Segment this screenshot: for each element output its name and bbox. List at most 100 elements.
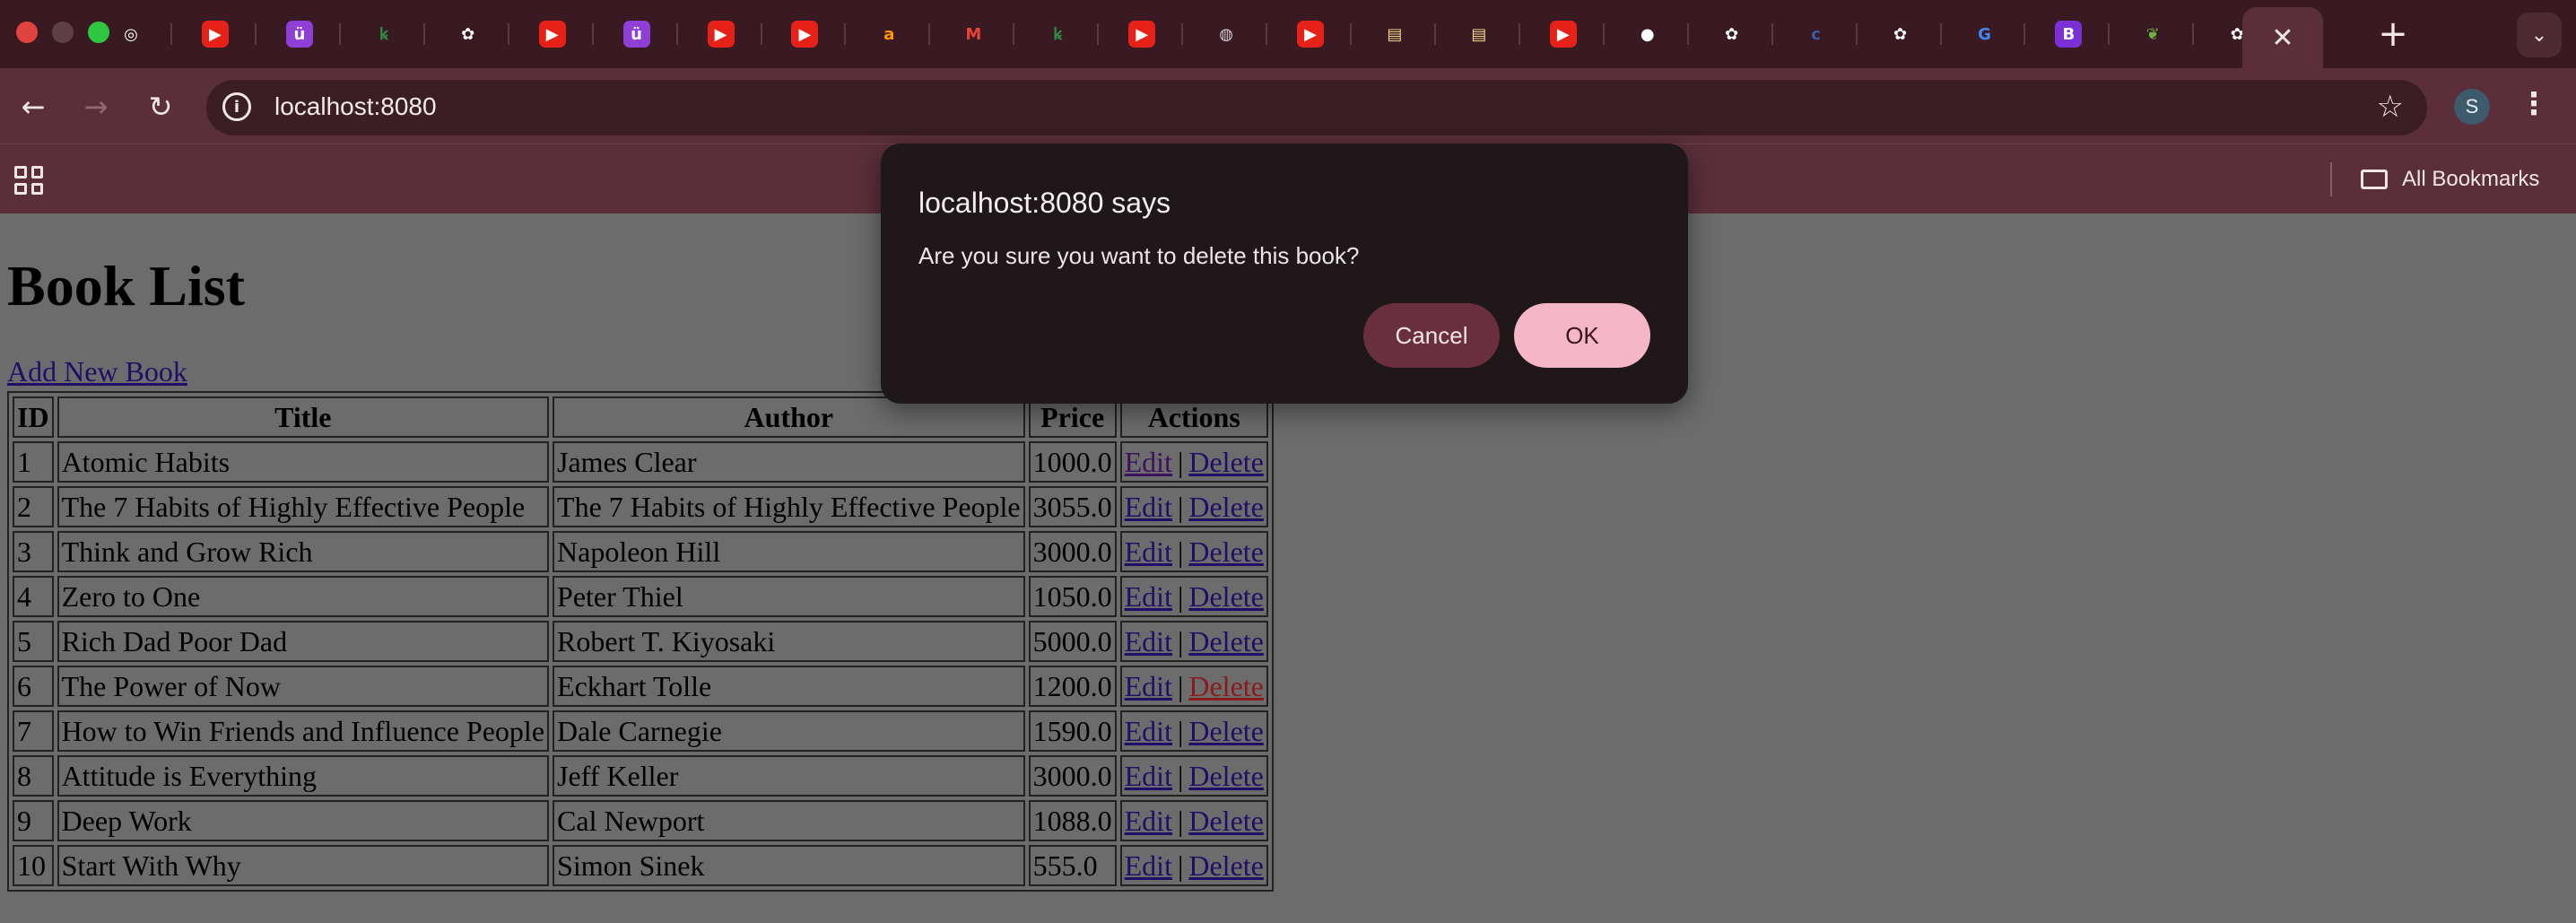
tab[interactable]: ✿ xyxy=(1859,13,1942,56)
minimize-window-button[interactable] xyxy=(52,22,74,43)
delete-link[interactable]: Delete xyxy=(1188,536,1264,568)
dialog-title: localhost:8080 says xyxy=(918,187,1171,219)
tab[interactable]: ✿ xyxy=(1691,13,1773,56)
tab[interactable]: ◍ xyxy=(1185,13,1268,56)
tab-separator xyxy=(928,23,931,45)
tab[interactable]: ▶ xyxy=(680,13,762,56)
all-bookmarks-button[interactable]: All Bookmarks xyxy=(2361,162,2539,196)
edit-link[interactable]: Edit xyxy=(1125,849,1172,882)
edit-link[interactable]: Edit xyxy=(1125,805,1172,837)
bootstrap-icon: B xyxy=(2055,21,2083,48)
action-separator: | xyxy=(1177,445,1184,478)
table-row: 4 Zero to One Peter Thiel 1050.0 Edit | Delete xyxy=(13,576,1268,617)
tab-search-button[interactable]: ⌄ xyxy=(2517,13,2562,57)
apps-grid-icon[interactable] xyxy=(14,166,43,195)
delete-link[interactable]: Delete xyxy=(1188,670,1264,702)
cell-title: Rich Dad Poor Dad xyxy=(57,621,550,662)
tab[interactable]: ◎ xyxy=(90,13,172,56)
cell-author: Simon Sinek xyxy=(553,845,1025,886)
table-row: 3 Think and Grow Rich Napoleon Hill 3000.0 E… xyxy=(13,531,1268,572)
table-row: 7 How to Win Friends and Influence People… xyxy=(13,710,1268,752)
tab[interactable]: c xyxy=(1775,13,1858,56)
edit-link[interactable]: Edit xyxy=(1125,670,1172,702)
cell-actions: Edit | Delete xyxy=(1119,486,1268,527)
tab[interactable]: ꝃ xyxy=(343,13,425,56)
edit-link[interactable]: Edit xyxy=(1125,491,1172,523)
new-tab-button[interactable]: + xyxy=(2368,13,2418,56)
tab[interactable]: ▶ xyxy=(763,13,847,56)
action-separator: | xyxy=(1177,714,1184,747)
cell-title: How to Win Friends and Influence People xyxy=(57,710,550,752)
more-menu-icon[interactable]: ⋮ xyxy=(2519,86,2549,122)
action-separator: | xyxy=(1177,669,1184,702)
reload-button[interactable]: ↻ xyxy=(140,86,181,127)
tab-separator xyxy=(1013,23,1015,45)
site-info-icon[interactable]: i xyxy=(222,92,251,121)
chrome-icon: ◎ xyxy=(124,24,138,44)
delete-link[interactable]: Delete xyxy=(1188,849,1264,882)
tab[interactable]: ▶ xyxy=(1101,13,1184,56)
tab-separator xyxy=(1266,23,1268,45)
cell-author: Eckhart Tolle xyxy=(553,666,1025,707)
forward-button[interactable]: → xyxy=(75,86,117,127)
delete-link[interactable]: Delete xyxy=(1188,580,1264,613)
tab-separator xyxy=(1097,23,1100,45)
bookmark-star-icon[interactable]: ☆ xyxy=(2377,89,2404,125)
delete-link[interactable]: Delete xyxy=(1188,760,1264,792)
tab[interactable]: ▤ xyxy=(1353,13,1436,56)
action-separator: | xyxy=(1177,759,1184,792)
tab[interactable]: G xyxy=(1943,13,2026,56)
table-row: 10 Start With Why Simon Sinek 555.0 Edit | Del… xyxy=(13,845,1268,886)
cell-title: Zero to One xyxy=(57,576,550,617)
confirm-dialog: localhost:8080 says Are you sure you wan… xyxy=(881,144,1688,404)
cell-price: 3000.0 xyxy=(1028,531,1117,572)
edit-link[interactable]: Edit xyxy=(1125,715,1172,747)
edit-link[interactable]: Edit xyxy=(1125,625,1172,657)
cell-author: James Clear xyxy=(553,441,1025,483)
cancel-button[interactable]: Cancel xyxy=(1363,303,1500,368)
tab-separator xyxy=(1350,23,1353,45)
tab[interactable]: a xyxy=(848,13,931,56)
tab[interactable]: ▤ xyxy=(1438,13,1520,56)
tab[interactable]: ▶ xyxy=(511,13,594,56)
tab[interactable]: ü xyxy=(596,13,678,56)
delete-link[interactable]: Delete xyxy=(1188,805,1264,837)
cell-title: Attitude is Everything xyxy=(57,755,550,797)
tab-separator xyxy=(422,23,425,45)
cell-author: Jeff Keller xyxy=(553,755,1025,797)
edit-link[interactable]: Edit xyxy=(1125,536,1172,568)
profile-avatar[interactable]: S xyxy=(2454,89,2490,125)
ok-button[interactable]: OK xyxy=(1514,303,1650,368)
add-new-book-link[interactable]: Add New Book xyxy=(7,355,187,388)
tab[interactable]: ❦ xyxy=(2111,13,2195,56)
tab[interactable]: ▶ xyxy=(1269,13,1353,56)
delete-link[interactable]: Delete xyxy=(1188,625,1264,657)
back-button[interactable]: ← xyxy=(13,86,54,127)
table-row: 9 Deep Work Cal Newport 1088.0 Edit | Delete xyxy=(13,800,1268,841)
address-bar[interactable]: i localhost:8080 ☆ xyxy=(206,80,2427,135)
edit-link[interactable]: Edit xyxy=(1125,446,1172,478)
tab[interactable]: ● xyxy=(1606,13,1689,56)
spring-icon: ❦ xyxy=(2145,24,2160,44)
tab[interactable]: ü xyxy=(258,13,341,56)
tab[interactable]: M xyxy=(932,13,1015,56)
url-text[interactable]: localhost:8080 xyxy=(274,92,437,121)
tab[interactable]: ▶ xyxy=(174,13,257,56)
tab[interactable]: ▶ xyxy=(1522,13,1605,56)
cell-price: 3000.0 xyxy=(1028,755,1117,797)
edit-link[interactable]: Edit xyxy=(1125,580,1172,613)
delete-link[interactable]: Delete xyxy=(1188,715,1264,747)
tab[interactable]: B xyxy=(2027,13,2110,56)
tab[interactable]: ꝃ xyxy=(1016,13,1100,56)
close-window-button[interactable] xyxy=(16,22,38,43)
tab-active[interactable]: ✕ xyxy=(2242,7,2323,68)
delete-link[interactable]: Delete xyxy=(1188,446,1264,478)
close-tab-icon[interactable]: ✕ xyxy=(2271,22,2293,54)
tab[interactable]: ✿ xyxy=(427,13,509,56)
action-separator: | xyxy=(1177,804,1184,837)
edit-link[interactable]: Edit xyxy=(1125,760,1172,792)
action-separator: | xyxy=(1177,849,1184,882)
folder-icon xyxy=(2361,170,2388,189)
cell-price: 1088.0 xyxy=(1028,800,1117,841)
delete-link[interactable]: Delete xyxy=(1188,491,1264,523)
